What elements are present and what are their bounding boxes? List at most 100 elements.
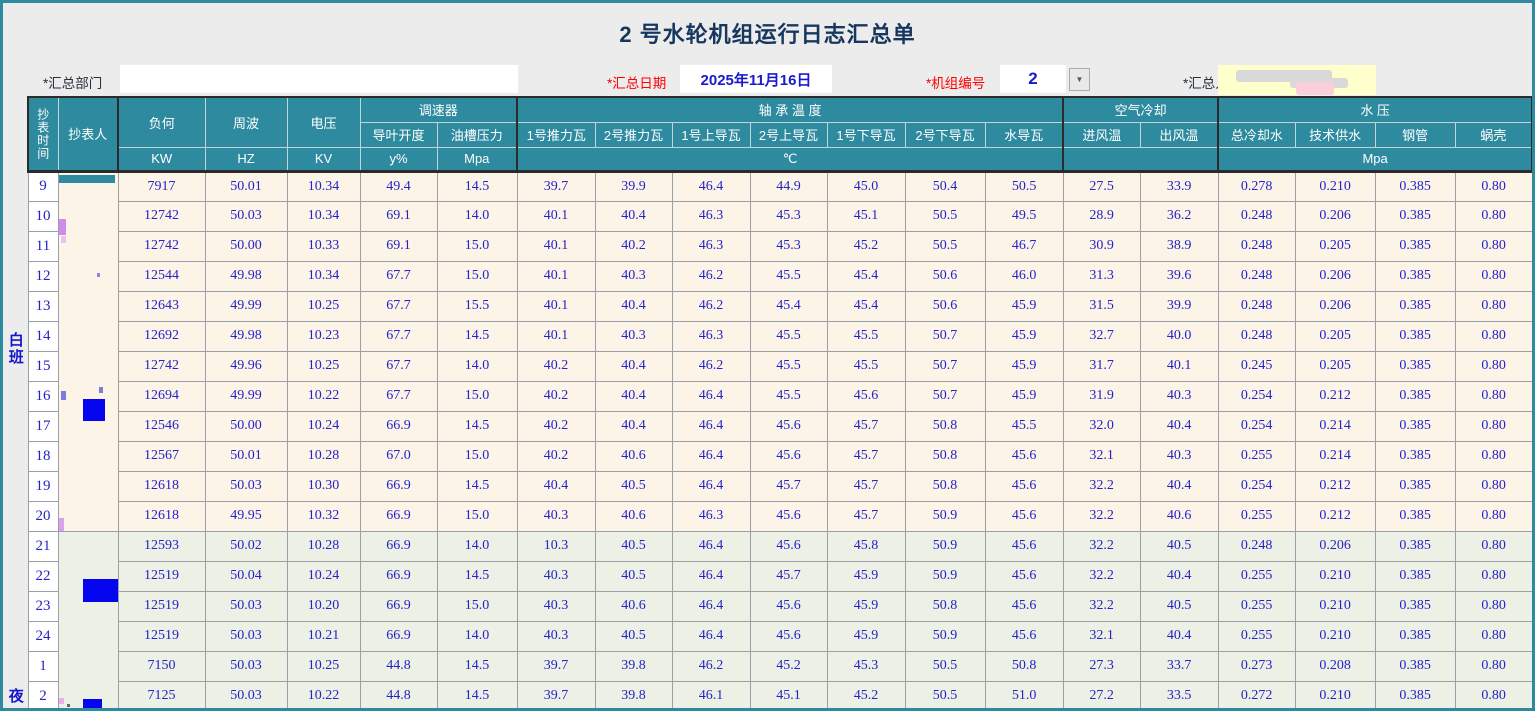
dept-input[interactable] — [120, 65, 518, 93]
data-cell: 50.8 — [905, 441, 985, 471]
data-cell: 12694 — [118, 381, 205, 411]
data-cell: 44.8 — [360, 651, 437, 681]
log-table-header: 抄表时间 抄表人 负何 周波 电压 调速器 轴 承 温 度 空气冷却 水 压 导… — [3, 97, 1532, 171]
data-cell: 0.80 — [1455, 651, 1532, 681]
meter-reader-cell[interactable] — [58, 171, 118, 531]
redaction-mark — [97, 273, 100, 277]
hour-cell: 13 — [28, 291, 58, 321]
table-row: 131264349.9910.2567.715.540.140.446.245.… — [3, 291, 1532, 321]
data-cell: 45.6 — [985, 621, 1063, 651]
data-cell: 0.248 — [1218, 531, 1295, 561]
data-cell: 30.9 — [1063, 231, 1140, 261]
data-cell: 0.248 — [1218, 291, 1295, 321]
unit-number-dropdown-button[interactable]: ▼ — [1069, 68, 1090, 91]
data-cell: 67.7 — [360, 261, 437, 291]
data-cell: 45.3 — [750, 231, 827, 261]
data-cell: 46.3 — [672, 201, 750, 231]
data-cell: 50.5 — [985, 171, 1063, 201]
table-row: 171254650.0010.2466.914.540.240.446.445.… — [3, 411, 1532, 441]
data-cell: 67.0 — [360, 441, 437, 471]
data-cell: 12567 — [118, 441, 205, 471]
data-cell: 49.96 — [205, 351, 287, 381]
data-cell: 40.2 — [595, 231, 672, 261]
data-cell: 50.5 — [905, 231, 985, 261]
table-row: 101274250.0310.3469.114.040.140.446.345.… — [3, 201, 1532, 231]
data-cell: 46.2 — [672, 261, 750, 291]
data-cell: 32.0 — [1063, 411, 1140, 441]
data-cell: 12544 — [118, 261, 205, 291]
meter-reader-cell[interactable] — [58, 531, 118, 711]
data-cell: 45.6 — [985, 441, 1063, 471]
data-cell: 44.8 — [360, 681, 437, 711]
data-cell: 46.2 — [672, 351, 750, 381]
table-row: 181256750.0110.2867.015.040.240.646.445.… — [3, 441, 1532, 471]
redaction-mark — [83, 699, 102, 711]
data-cell: 50.9 — [905, 561, 985, 591]
data-cell: 39.7 — [517, 171, 595, 201]
data-cell: 40.5 — [1140, 591, 1218, 621]
data-cell: 45.6 — [750, 441, 827, 471]
data-cell: 0.385 — [1375, 591, 1455, 621]
data-cell: 0.385 — [1375, 531, 1455, 561]
data-cell: 0.385 — [1375, 471, 1455, 501]
group-header-governor: 调速器 — [360, 97, 517, 122]
col-header-water-guide: 水导瓦 — [985, 122, 1063, 147]
chevron-down-icon: ▼ — [1076, 75, 1084, 84]
col-header-load: 负何 — [118, 97, 205, 147]
unit-kv: KV — [287, 147, 360, 171]
unit-number-field[interactable]: 2 — [1000, 65, 1066, 93]
data-cell: 45.8 — [827, 531, 905, 561]
table-row: 201261849.9510.3266.915.040.340.646.345.… — [3, 501, 1532, 531]
data-cell: 14.5 — [437, 321, 517, 351]
data-cell: 0.80 — [1455, 681, 1532, 711]
data-cell: 46.4 — [672, 621, 750, 651]
person-field[interactable] — [1218, 65, 1376, 95]
data-cell: 0.212 — [1295, 501, 1375, 531]
data-cell: 14.5 — [437, 561, 517, 591]
data-cell: 50.8 — [905, 591, 985, 621]
data-cell: 0.255 — [1218, 621, 1295, 651]
data-cell: 0.205 — [1295, 351, 1375, 381]
hour-cell: 11 — [28, 231, 58, 261]
data-cell: 49.99 — [205, 291, 287, 321]
data-cell: 0.210 — [1295, 591, 1375, 621]
data-cell: 0.80 — [1455, 351, 1532, 381]
hour-cell: 23 — [28, 591, 58, 621]
data-cell: 45.6 — [750, 621, 827, 651]
data-cell: 40.5 — [595, 531, 672, 561]
data-cell: 46.0 — [985, 261, 1063, 291]
shift-label: 白班 — [3, 171, 28, 531]
data-cell: 50.8 — [905, 471, 985, 501]
hour-cell: 16 — [28, 381, 58, 411]
data-cell: 12742 — [118, 351, 205, 381]
data-cell: 40.3 — [1140, 381, 1218, 411]
data-cell: 45.4 — [750, 291, 827, 321]
data-cell: 0.385 — [1375, 651, 1455, 681]
data-cell: 69.1 — [360, 201, 437, 231]
data-cell: 50.6 — [905, 291, 985, 321]
data-cell: 50.7 — [905, 381, 985, 411]
data-cell: 31.5 — [1063, 291, 1140, 321]
data-cell: 0.385 — [1375, 441, 1455, 471]
col-header-thrust-pad-2: 2号推力瓦 — [595, 122, 672, 147]
table-row: 1715050.0310.2544.814.539.739.846.245.24… — [3, 651, 1532, 681]
data-cell: 14.0 — [437, 621, 517, 651]
data-cell: 40.4 — [595, 201, 672, 231]
data-cell: 50.04 — [205, 561, 287, 591]
data-cell: 0.385 — [1375, 321, 1455, 351]
data-cell: 15.0 — [437, 441, 517, 471]
redaction-mark — [83, 399, 105, 421]
data-cell: 46.4 — [672, 561, 750, 591]
data-cell: 40.4 — [1140, 471, 1218, 501]
data-cell: 46.7 — [985, 231, 1063, 261]
data-cell: 50.00 — [205, 411, 287, 441]
unit-hz: HZ — [205, 147, 287, 171]
data-cell: 50.5 — [905, 201, 985, 231]
date-field[interactable]: 2025年11月16日 — [680, 65, 832, 93]
data-cell: 32.2 — [1063, 471, 1140, 501]
data-cell: 28.9 — [1063, 201, 1140, 231]
table-row: 夜211259350.0210.2866.914.010.340.546.445… — [3, 531, 1532, 561]
data-cell: 12519 — [118, 591, 205, 621]
hour-cell: 1 — [28, 651, 58, 681]
data-cell: 50.5 — [905, 651, 985, 681]
